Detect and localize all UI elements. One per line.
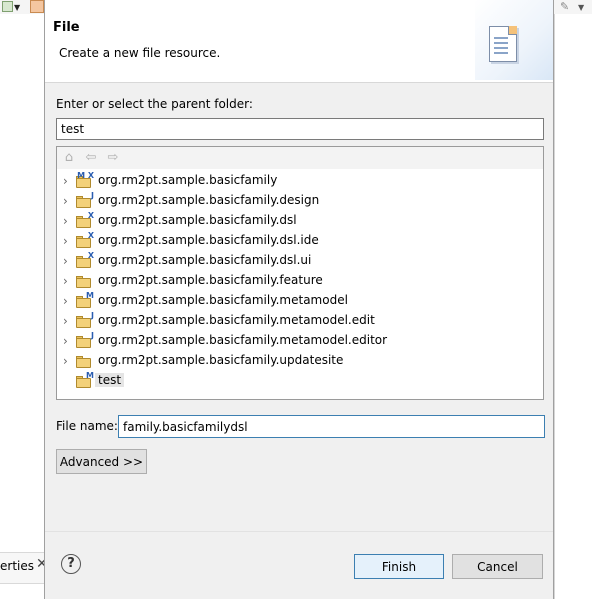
chevron-right-icon[interactable]: › <box>63 214 68 228</box>
back-icon[interactable]: ⇦ <box>83 150 99 166</box>
new-file-dialog: File Create a new file resource. Enter o… <box>44 0 554 599</box>
tree-item-label: org.rm2pt.sample.basicfamily.updatesite <box>98 353 344 367</box>
tree-item-label: org.rm2pt.sample.basicfamily.feature <box>98 273 323 287</box>
chevron-right-icon[interactable]: › <box>63 334 68 348</box>
tree-item[interactable]: › M X org.rm2pt.sample.basicfamily <box>57 171 543 191</box>
project-folder-icon: M <box>76 372 94 388</box>
workbench-left-area <box>0 14 44 599</box>
tree-item-label: org.rm2pt.sample.basicfamily.metamodel.e… <box>98 333 388 347</box>
toolbar-icon[interactable] <box>30 0 44 13</box>
chevron-right-icon[interactable]: › <box>63 254 68 268</box>
tree-item-label: org.rm2pt.sample.basicfamily.metamodel.e… <box>98 313 375 327</box>
project-folder-icon: X <box>76 212 94 228</box>
chevron-right-icon[interactable]: › <box>63 194 68 208</box>
parent-folder-label: Enter or select the parent folder: <box>56 97 253 111</box>
home-icon[interactable]: ⌂ <box>61 150 77 166</box>
chevron-right-icon[interactable]: › <box>63 234 68 248</box>
tree-item[interactable]: › Jorg.rm2pt.sample.basicfamily.metamodel… <box>57 331 543 351</box>
project-folder-icon: X <box>76 252 94 268</box>
chevron-right-icon[interactable]: › <box>63 174 68 188</box>
parent-folder-input[interactable] <box>56 118 544 140</box>
cancel-button[interactable]: Cancel <box>452 554 543 579</box>
tree-list: › M Xorg.rm2pt.sample.basicfamily › Jorg.rm… <box>57 171 543 391</box>
button-bar-separator <box>45 531 553 532</box>
chevron-right-icon[interactable]: › <box>63 274 68 288</box>
properties-tab-label: erties <box>0 559 34 573</box>
tree-item[interactable]: › Xorg.rm2pt.sample.basicfamily.dsl <box>57 211 543 231</box>
advanced-button[interactable]: Advanced >> <box>56 449 147 474</box>
tree-item-label: org.rm2pt.sample.basicfamily.dsl <box>98 213 297 227</box>
help-icon[interactable]: ? <box>61 554 81 574</box>
project-folder-icon: M X <box>76 172 94 188</box>
file-name-input[interactable] <box>118 415 545 438</box>
project-folder-icon <box>76 274 92 288</box>
project-folder-icon: J <box>76 312 94 328</box>
tree-item-label: org.rm2pt.sample.basicfamily <box>98 173 278 187</box>
dialog-banner: File Create a new file resource. <box>45 0 553 83</box>
project-folder-icon: X <box>76 232 94 248</box>
dialog-title: File <box>53 20 80 35</box>
tree-item[interactable]: › org.rm2pt.sample.basicfamily.feature <box>57 271 543 291</box>
tree-item-label: org.rm2pt.sample.basicfamily.dsl.ide <box>98 233 319 247</box>
dropdown-arrow-icon[interactable]: ▼ <box>14 3 20 12</box>
project-folder-icon <box>76 354 92 368</box>
project-folder-icon: M <box>76 292 94 308</box>
tree-item[interactable]: › Jorg.rm2pt.sample.basicfamily.metamodel… <box>57 311 543 331</box>
toolbar-icon[interactable] <box>2 1 13 12</box>
workbench-right-area <box>554 14 592 599</box>
tree-toolbar: ⌂ ⇦ ⇨ <box>57 147 543 169</box>
forward-icon[interactable]: ⇨ <box>105 150 121 166</box>
finish-button[interactable]: Finish <box>354 554 444 579</box>
file-name-label: File name: <box>56 419 118 433</box>
project-folder-icon: J <box>76 192 94 208</box>
tree-item-label: org.rm2pt.sample.basicfamily.design <box>98 193 320 207</box>
new-file-icon <box>489 26 517 62</box>
tree-item[interactable]: › Xorg.rm2pt.sample.basicfamily.dsl.ide <box>57 231 543 251</box>
pen-icon[interactable]: ✎ <box>560 0 569 13</box>
tree-item-label: org.rm2pt.sample.basicfamily.dsl.ui <box>98 253 312 267</box>
tree-item-label: test <box>95 373 125 387</box>
tree-item[interactable]: › Morg.rm2pt.sample.basicfamily.metamodel <box>57 291 543 311</box>
tree-item[interactable]: › Jorg.rm2pt.sample.basicfamily.design <box>57 191 543 211</box>
tree-item[interactable]: › Xorg.rm2pt.sample.basicfamily.dsl.ui <box>57 251 543 271</box>
chevron-right-icon[interactable]: › <box>63 294 68 308</box>
dropdown-arrow-icon[interactable]: ▼ <box>578 3 584 12</box>
chevron-right-icon[interactable]: › <box>63 354 68 368</box>
chevron-right-icon[interactable]: › <box>63 314 68 328</box>
project-folder-icon: J <box>76 332 94 348</box>
tree-item[interactable]: › org.rm2pt.sample.basicfamily.updatesite <box>57 351 543 371</box>
folder-tree[interactable]: ⌂ ⇦ ⇨ › M Xorg.rm2pt.sample.basicfamily › J… <box>56 146 544 400</box>
dialog-description: Create a new file resource. <box>59 46 221 60</box>
tree-item-label: org.rm2pt.sample.basicfamily.metamodel <box>98 293 348 307</box>
tree-item[interactable]: Mtest <box>57 371 543 391</box>
